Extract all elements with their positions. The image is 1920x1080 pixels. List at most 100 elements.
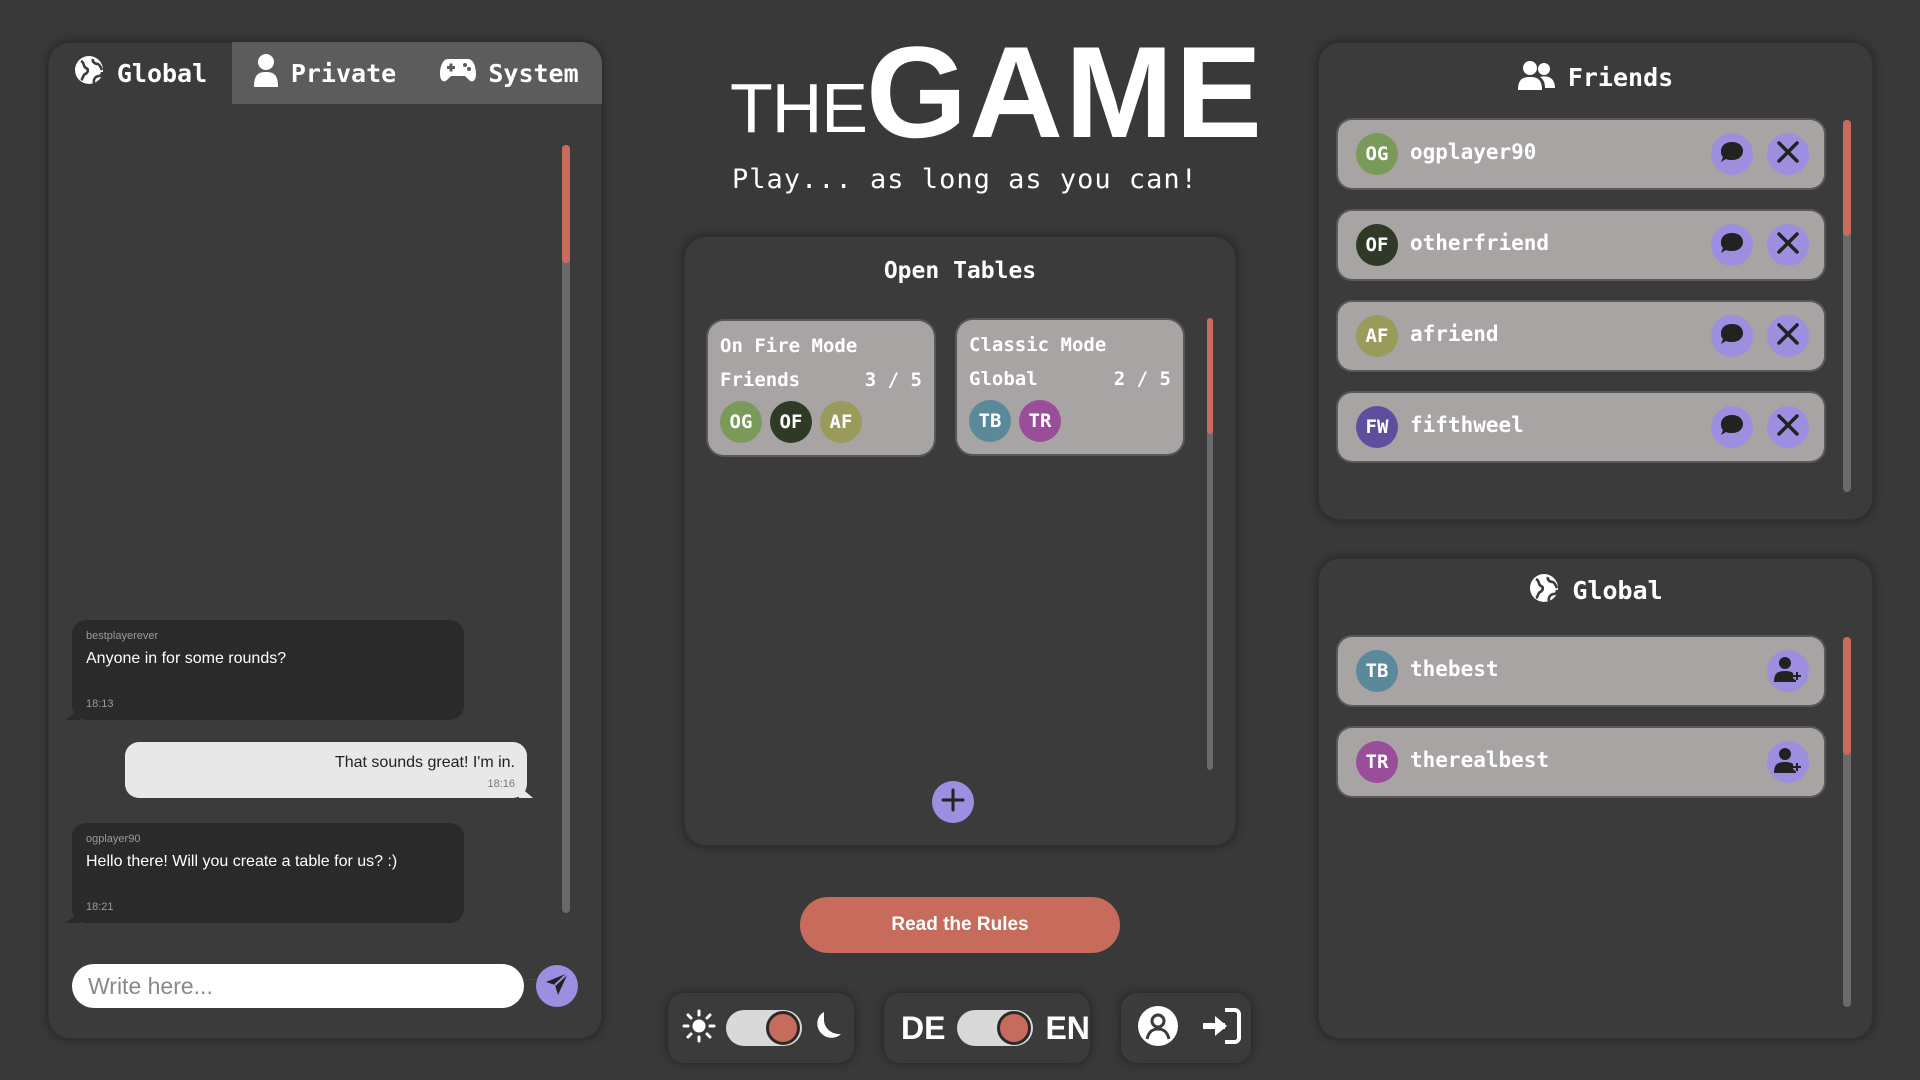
globe-icon: [73, 54, 105, 92]
logo-the: THE: [730, 69, 868, 147]
global-user-row: TB thebest: [1338, 637, 1824, 705]
global-scrollbar[interactable]: [1843, 637, 1851, 1007]
global-scrollbar-thumb[interactable]: [1843, 637, 1851, 755]
close-icon: [1777, 323, 1799, 349]
profile-icon: [1137, 1006, 1179, 1051]
message-friend-button[interactable]: [1711, 406, 1753, 448]
avatar: AF: [1356, 315, 1398, 357]
logout-icon: [1201, 1008, 1241, 1048]
table-players: TB TR: [969, 400, 1061, 442]
moon-icon: [812, 1010, 842, 1046]
table-player-count: 3 / 5: [864, 369, 922, 391]
table-card[interactable]: On Fire Mode Friends 3 / 5 OG OF AF: [708, 321, 934, 455]
add-table-button[interactable]: [932, 781, 974, 823]
friend-name: fifthweel: [1410, 413, 1524, 437]
chat-bubble-icon: [1720, 323, 1744, 349]
send-button[interactable]: [536, 965, 578, 1007]
add-friend-button[interactable]: [1767, 741, 1809, 783]
open-tables-panel: Open Tables On Fire Mode Friends 3 / 5 O…: [684, 236, 1236, 846]
add-user-icon: [1774, 747, 1802, 777]
message-friend-button[interactable]: [1711, 315, 1753, 357]
logo-game: GAME: [866, 19, 1264, 165]
remove-friend-button[interactable]: [1767, 406, 1809, 448]
send-icon: [544, 971, 570, 1001]
global-users-panel: Global TB thebest TR therealbest: [1318, 558, 1873, 1039]
sun-icon: [682, 1009, 716, 1047]
remove-friend-button[interactable]: [1767, 224, 1809, 266]
chat-bubble-icon: [1720, 414, 1744, 440]
table-mode: On Fire Mode: [720, 335, 858, 357]
chat-tabs: Global Private System: [48, 42, 602, 104]
chat-panel: Global Private System bestplayerever Any…: [48, 42, 602, 1039]
friends-header: Friends: [1318, 60, 1873, 94]
chat-scrollbar-thumb[interactable]: [562, 145, 570, 263]
game-logo: THE GAME: [730, 27, 1262, 157]
table-player-count: 2 / 5: [1113, 368, 1171, 390]
language-toggle[interactable]: [957, 1010, 1034, 1046]
message-friend-button[interactable]: [1711, 224, 1753, 266]
remove-friend-button[interactable]: [1767, 133, 1809, 175]
table-scope: Global: [969, 368, 1038, 390]
theme-toggle[interactable]: [726, 1010, 802, 1046]
friends-title: Friends: [1567, 62, 1674, 92]
table-mode: Classic Mode: [969, 334, 1107, 356]
avatar: TB: [969, 400, 1011, 442]
tab-system-label: System: [488, 58, 579, 88]
tab-global[interactable]: Global: [48, 42, 232, 104]
chat-bubble-icon: [1720, 141, 1744, 167]
close-icon: [1777, 414, 1799, 440]
message-time: 18:13: [86, 698, 114, 710]
add-friend-button[interactable]: [1767, 650, 1809, 692]
tables-scrollbar-thumb[interactable]: [1207, 318, 1213, 434]
avatar: TR: [1356, 741, 1398, 783]
avatar: OG: [720, 401, 762, 443]
tab-system[interactable]: System: [417, 42, 602, 104]
table-players: OG OF AF: [720, 401, 862, 443]
global-title: Global: [1572, 575, 1663, 605]
message-text: Hello there! Will you create a table for…: [86, 853, 398, 870]
tagline: Play... as long as you can!: [732, 164, 1198, 195]
logout-button[interactable]: [1201, 1008, 1241, 1048]
chat-message-own: That sounds great! I'm in. 18:16: [125, 742, 533, 798]
friends-scrollbar-thumb[interactable]: [1843, 120, 1851, 236]
tab-private-label: Private: [290, 58, 397, 88]
read-rules-button[interactable]: Read the Rules: [800, 897, 1120, 953]
chat-message: ogplayer90 Hello there! Will you create …: [66, 823, 464, 923]
language-de-label: DE: [901, 1009, 946, 1046]
global-header: Global: [1318, 572, 1873, 608]
chat-message-input[interactable]: [72, 964, 524, 1008]
avatar: OF: [770, 401, 812, 443]
toggle-knob: [766, 1011, 800, 1045]
account-controls: [1121, 993, 1251, 1063]
tables-scrollbar[interactable]: [1207, 318, 1213, 770]
profile-button[interactable]: [1137, 1005, 1179, 1051]
add-user-icon: [1774, 656, 1802, 686]
table-card[interactable]: Classic Mode Global 2 / 5 TB TR: [957, 320, 1183, 454]
chat-scrollbar[interactable]: [562, 145, 570, 913]
close-icon: [1777, 232, 1799, 258]
message-time: 18:21: [86, 901, 114, 913]
tab-private[interactable]: Private: [232, 42, 417, 104]
user-name: thebest: [1410, 657, 1499, 681]
avatar: TR: [1019, 400, 1061, 442]
table-scope: Friends: [720, 369, 801, 391]
toggle-knob: [997, 1011, 1032, 1045]
friends-panel: Friends OG ogplayer90 OF otherfriend AF …: [1318, 42, 1873, 520]
message-time: 18:16: [487, 778, 515, 790]
friend-row: FW fifthweel: [1338, 393, 1824, 461]
globe-icon: [1528, 572, 1560, 608]
chat-message: bestplayerever Anyone in for some rounds…: [66, 620, 464, 720]
friend-name: otherfriend: [1410, 231, 1550, 255]
friend-row: OF otherfriend: [1338, 211, 1824, 279]
message-text: Anyone in for some rounds?: [86, 650, 287, 667]
avatar: AF: [820, 401, 862, 443]
friend-name: afriend: [1410, 322, 1499, 346]
chat-bubble-icon: [1720, 232, 1744, 258]
message-author: ogplayer90: [86, 833, 141, 845]
open-tables-title: Open Tables: [883, 258, 1037, 284]
remove-friend-button[interactable]: [1767, 315, 1809, 357]
avatar: OG: [1356, 133, 1398, 175]
message-friend-button[interactable]: [1711, 133, 1753, 175]
friends-scrollbar[interactable]: [1843, 120, 1851, 492]
friends-icon: [1517, 60, 1556, 94]
